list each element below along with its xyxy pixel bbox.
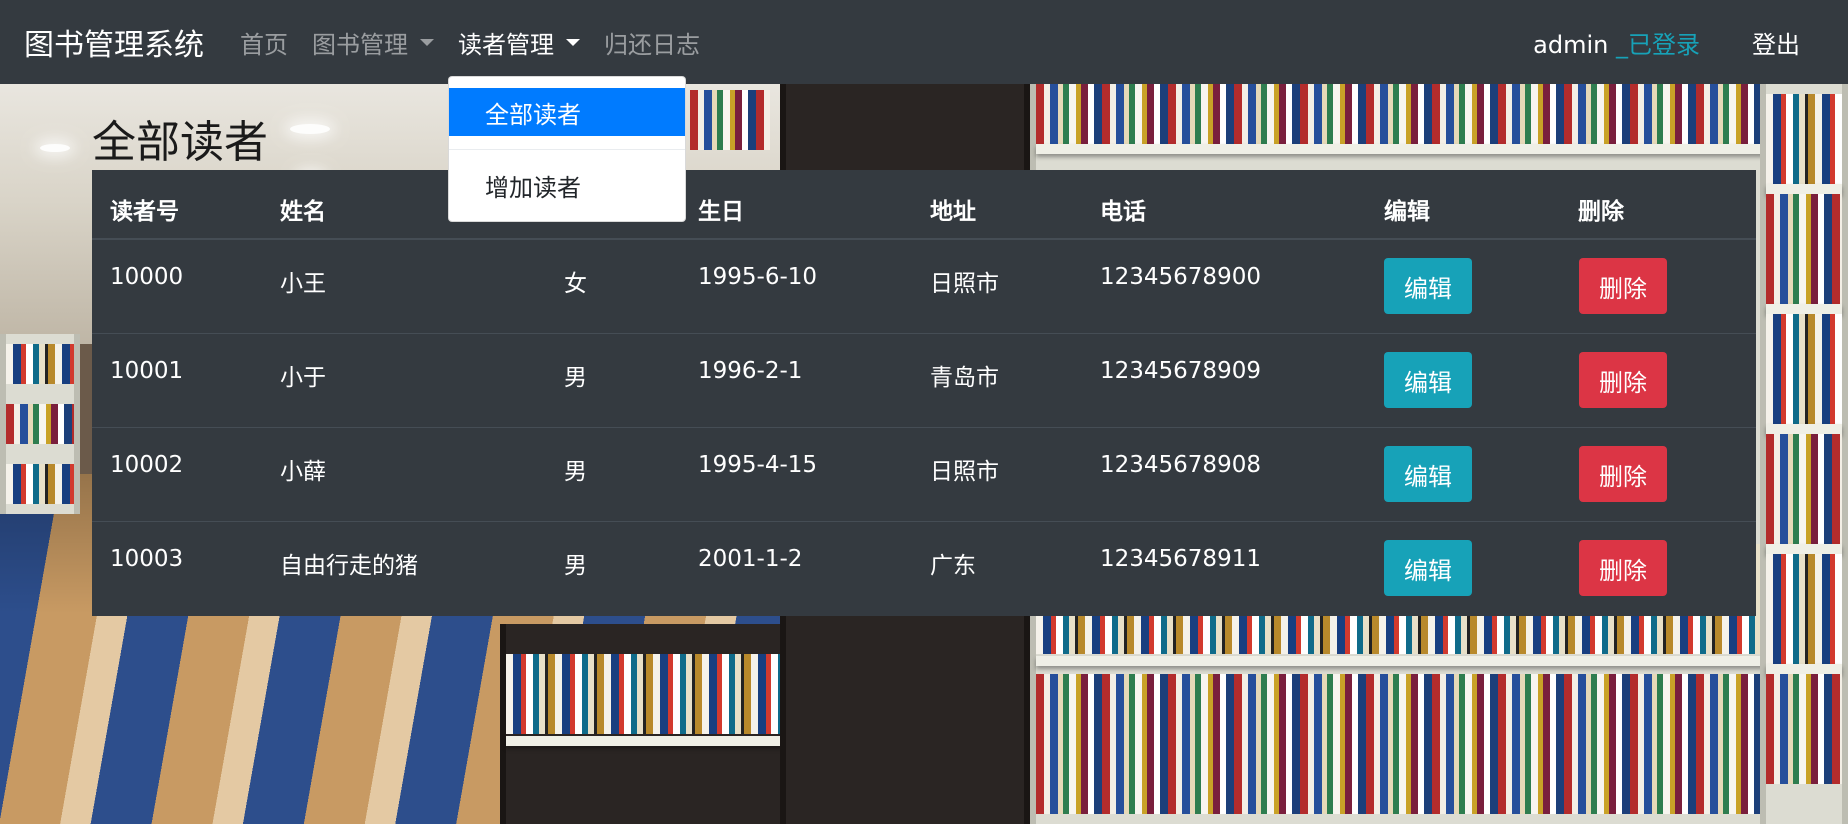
background-shelf [0, 334, 80, 514]
delete-button[interactable]: 删除 [1579, 540, 1667, 596]
nav-dropdown-books[interactable]: 图书管理 [312, 25, 434, 60]
delete-button[interactable]: 删除 [1579, 258, 1667, 314]
reader-birthday: 1996-2-1 [698, 358, 803, 384]
nav-link-label: 首页 [240, 30, 288, 59]
reader-gender: 男 [564, 553, 587, 579]
ceiling-light [290, 124, 330, 134]
reader-birthday: 1995-6-10 [698, 264, 818, 290]
reader-phone: 12345678909 [1100, 358, 1261, 384]
caret-down-icon [420, 38, 434, 46]
reader-gender: 女 [564, 271, 587, 297]
navbar-right: admin _已登录 登出 [1533, 0, 1848, 84]
reader-address: 日照市 [930, 459, 999, 485]
edit-button[interactable]: 编辑 [1384, 446, 1472, 502]
readers-table: 读者号 姓名 性别 生日 地址 电话 编辑 删除 10000 小王 女 1995… [92, 170, 1756, 616]
reader-address: 广东 [930, 553, 976, 579]
nav-link-label: 归还日志 [604, 30, 700, 59]
reader-name: 小于 [280, 365, 326, 391]
login-status: _已登录 [1616, 30, 1700, 59]
column-header: 生日 [698, 199, 744, 225]
table-row: 10001 小于 男 1996-2-1 青岛市 12345678909 编辑 删… [92, 334, 1756, 428]
dropdown-divider [449, 149, 685, 150]
reader-phone: 12345678911 [1100, 546, 1261, 572]
table-row: 10002 小薛 男 1995-4-15 日照市 12345678908 编辑 … [92, 428, 1756, 522]
nav-dropdown-readers[interactable]: 读者管理 [458, 25, 580, 60]
reader-birthday: 2001-1-2 [698, 546, 803, 572]
reader-name: 小王 [280, 271, 326, 297]
reader-name: 小薛 [280, 459, 326, 485]
edit-button[interactable]: 编辑 [1384, 352, 1472, 408]
reader-phone: 12345678900 [1100, 264, 1261, 290]
table-row: 10003 自由行走的猪 男 2001-1-2 广东 12345678911 编… [92, 522, 1756, 616]
table-row: 10000 小王 女 1995-6-10 日照市 12345678900 编辑 … [92, 240, 1756, 334]
background-shelf [1760, 84, 1848, 824]
reader-id: 10001 [110, 358, 184, 384]
edit-button[interactable]: 编辑 [1384, 540, 1472, 596]
reader-address: 日照市 [930, 271, 999, 297]
column-header: 姓名 [280, 199, 326, 225]
column-header: 删除 [1578, 199, 1624, 225]
nav-link-home[interactable]: 首页 [240, 25, 288, 60]
brand-title[interactable]: 图书管理系统 [24, 20, 204, 64]
ceiling-light [40, 144, 70, 152]
top-navbar: 图书管理系统 首页 图书管理 读者管理 归还日志 admin _已登录 登出 [0, 0, 1848, 84]
delete-button[interactable]: 删除 [1579, 446, 1667, 502]
reader-gender: 男 [564, 365, 587, 391]
reader-gender: 男 [564, 459, 587, 485]
nav-link-label: 图书管理 [312, 30, 408, 59]
nav-link-label: 读者管理 [458, 30, 554, 59]
readers-dropdown-menu: 全部读者 增加读者 [448, 76, 686, 222]
dropdown-item-all-readers[interactable]: 全部读者 [449, 88, 685, 136]
username: admin [1533, 30, 1609, 59]
table-header-row: 读者号 姓名 性别 生日 地址 电话 编辑 删除 [92, 170, 1756, 240]
background-shelf [500, 624, 790, 824]
nav-link-return-log[interactable]: 归还日志 [604, 25, 700, 60]
column-header: 地址 [930, 199, 976, 225]
reader-id: 10000 [110, 264, 184, 290]
dropdown-item-add-reader[interactable]: 增加读者 [449, 161, 685, 209]
reader-address: 青岛市 [930, 365, 999, 391]
reader-id: 10002 [110, 452, 184, 478]
logout-link[interactable]: 登出 [1752, 25, 1800, 60]
caret-down-icon [566, 38, 580, 46]
delete-button[interactable]: 删除 [1579, 352, 1667, 408]
edit-button[interactable]: 编辑 [1384, 258, 1472, 314]
column-header: 读者号 [110, 199, 179, 225]
reader-name: 自由行走的猪 [280, 553, 418, 579]
page-title: 全部读者 [92, 117, 268, 168]
reader-id: 10003 [110, 546, 184, 572]
column-header: 电话 [1100, 199, 1146, 225]
column-header: 编辑 [1384, 199, 1430, 225]
logged-in-user[interactable]: admin _已登录 [1533, 25, 1700, 60]
reader-phone: 12345678908 [1100, 452, 1261, 478]
reader-birthday: 1995-4-15 [698, 452, 818, 478]
